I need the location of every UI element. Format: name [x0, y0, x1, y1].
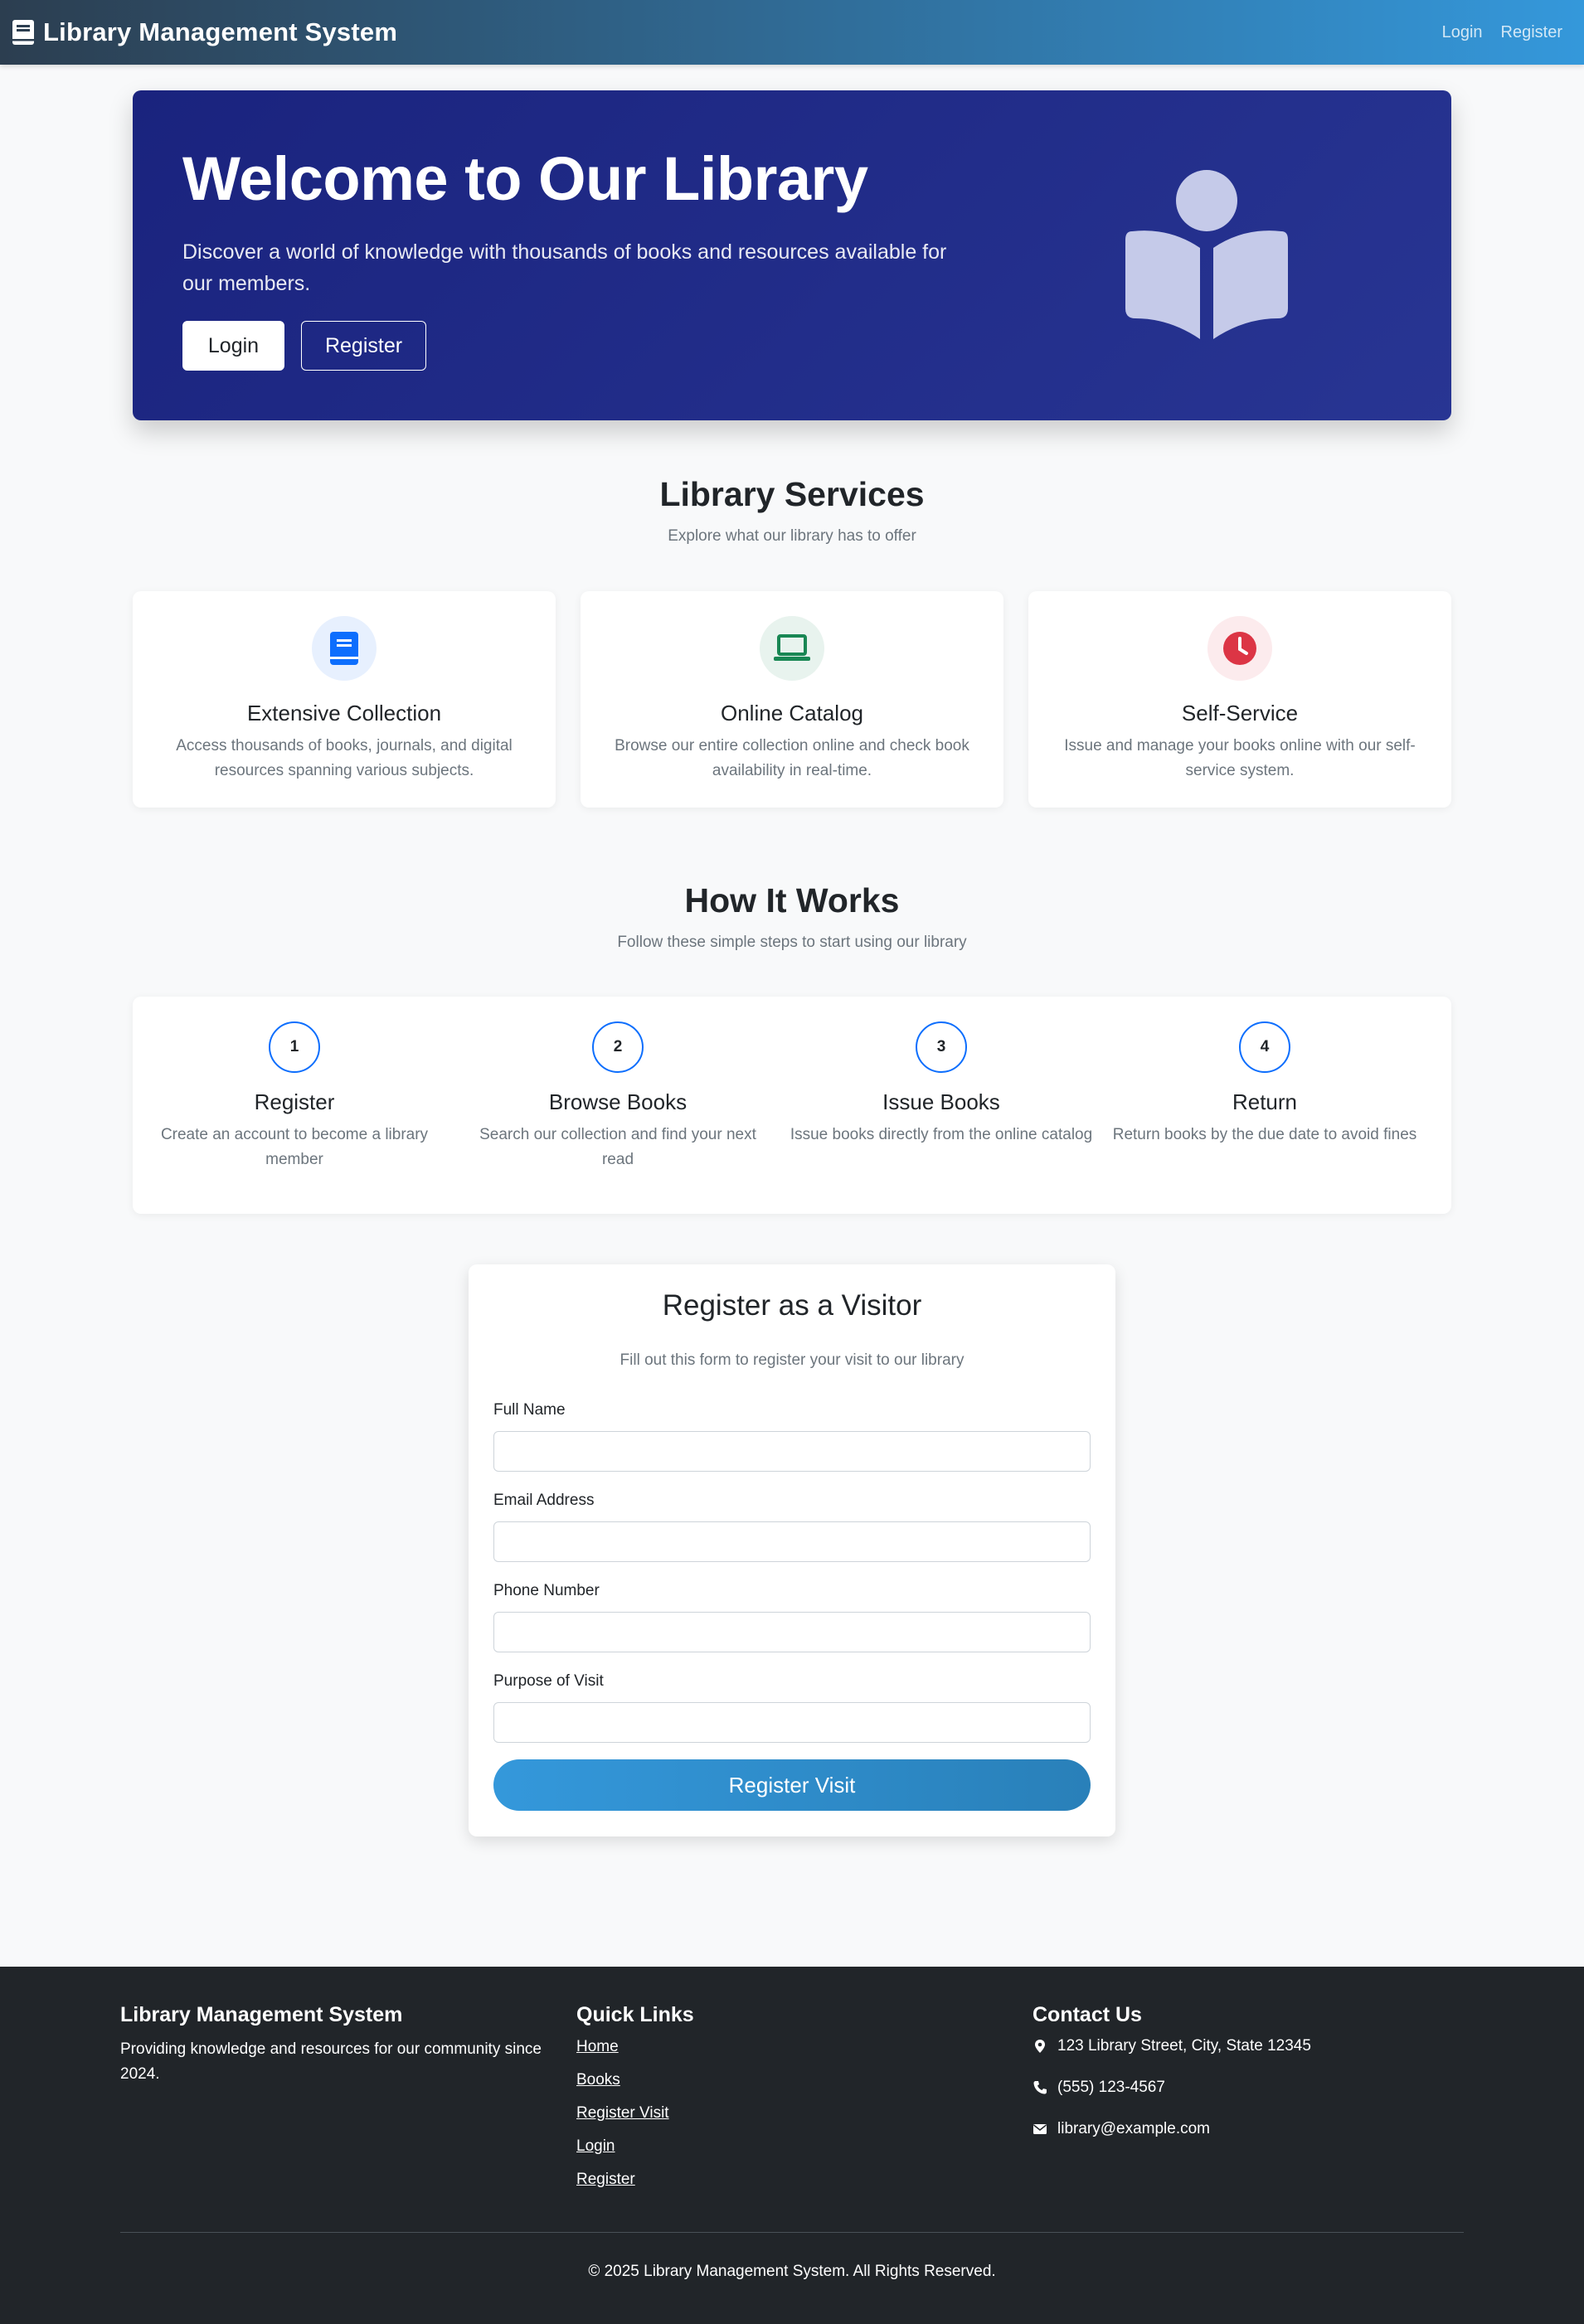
service-desc: Issue and manage your books online with …	[1064, 737, 1416, 779]
footer-about-text: Providing knowledge and resources for ou…	[120, 2040, 542, 2083]
contact-email: library@example.com	[1033, 2120, 1210, 2138]
how-subtitle: Follow these simple steps to start using…	[617, 934, 967, 951]
service-icon-wrap	[1207, 616, 1272, 681]
services-title: Library Services	[659, 475, 925, 513]
step-number: 1	[269, 1021, 320, 1073]
contact-phone-text: (555) 123-4567	[1057, 2079, 1165, 2096]
step-title: Return	[1232, 1089, 1298, 1114]
nav-login-link[interactable]: Login	[1442, 23, 1483, 42]
form-subtitle: Fill out this form to register your visi…	[620, 1351, 964, 1369]
service-card-collection: Extensive Collection Access thousands of…	[133, 591, 556, 808]
contact-address: 123 Library Street, City, State 12345	[1033, 2037, 1311, 2055]
form-title: Register as a Visitor	[662, 1289, 922, 1322]
email-input[interactable]	[493, 1521, 1091, 1562]
nav-register-link[interactable]: Register	[1501, 23, 1562, 42]
map-marker-icon	[1035, 2040, 1045, 2053]
footer-link-register[interactable]: Register	[576, 2171, 635, 2189]
step-desc: Search our collection and find your next…	[479, 1126, 756, 1168]
email-label: Email Address	[493, 1492, 595, 1509]
navbar-brand[interactable]: Library Management System	[12, 17, 397, 47]
contact-email-text: library@example.com	[1057, 2120, 1211, 2137]
book-icon	[12, 20, 34, 45]
footer-contact-title: Contact Us	[1033, 2003, 1142, 2026]
service-card-self-service: Self-Service Issue and manage your books…	[1028, 591, 1451, 808]
laptop-icon	[774, 634, 810, 661]
contact-phone: (555) 123-4567	[1033, 2079, 1165, 2097]
hero-title: Welcome to Our Library	[182, 144, 868, 213]
step-title: Issue Books	[882, 1089, 1000, 1114]
book-icon	[330, 632, 358, 665]
step-number: 2	[592, 1021, 644, 1073]
footer-links-title: Quick Links	[576, 2003, 694, 2026]
clock-icon	[1223, 632, 1256, 665]
footer-link-books[interactable]: Books	[576, 2071, 620, 2089]
purpose-label: Purpose of Visit	[493, 1672, 604, 1690]
phone-label: Phone Number	[493, 1582, 600, 1599]
footer-copyright: © 2025 Library Management System. All Ri…	[588, 2263, 996, 2280]
hero-login-button[interactable]: Login	[182, 321, 284, 371]
service-desc: Access thousands of books, journals, and…	[176, 737, 513, 779]
step-number: 4	[1239, 1021, 1290, 1073]
service-desc: Browse our entire collection online and …	[615, 737, 969, 779]
phone-icon	[1033, 2081, 1047, 2094]
hero-subtitle: Discover a world of knowledge with thous…	[182, 240, 947, 295]
footer-link-register-visit[interactable]: Register Visit	[576, 2104, 669, 2123]
step-desc: Return books by the due date to avoid fi…	[1112, 1126, 1417, 1143]
nav-links: Login Register	[1442, 23, 1562, 42]
service-icon-wrap	[760, 616, 824, 681]
phone-input[interactable]	[493, 1612, 1091, 1652]
services-subtitle: Explore what our library has to offer	[668, 527, 916, 545]
how-title: How It Works	[684, 881, 900, 919]
footer-link-home[interactable]: Home	[576, 2038, 619, 2056]
step-number: 3	[916, 1021, 967, 1073]
footer-link-login[interactable]: Login	[576, 2137, 615, 2156]
purpose-input[interactable]	[493, 1702, 1091, 1743]
steps-card: 1 Register Create an account to become a…	[133, 997, 1451, 1214]
envelope-icon	[1033, 2124, 1047, 2134]
service-title: Extensive Collection	[246, 701, 442, 725]
step-title: Browse Books	[548, 1089, 688, 1114]
contact-address-text: 123 Library Street, City, State 12345	[1057, 2037, 1311, 2055]
service-icon-wrap	[312, 616, 377, 681]
visitor-form-card: Register as a Visitor Fill out this form…	[469, 1264, 1115, 1836]
footer-divider	[120, 2232, 1464, 2233]
footer-about-title: Library Management System	[120, 2003, 403, 2026]
step-desc: Create an account to become a library me…	[160, 1126, 429, 1168]
register-visit-button[interactable]: Register Visit	[493, 1759, 1091, 1811]
full-name-label: Full Name	[493, 1401, 566, 1419]
service-card-catalog: Online Catalog Browse our entire collect…	[581, 591, 1003, 808]
hero-banner: Welcome to Our Library Discover a world …	[133, 90, 1451, 420]
full-name-input[interactable]	[493, 1431, 1091, 1472]
navbar: Library Management System Login Register	[0, 0, 1584, 65]
service-title: Self-Service	[1181, 701, 1299, 725]
service-title: Online Catalog	[721, 701, 863, 725]
hero-register-button[interactable]: Register	[301, 321, 426, 371]
step-desc: Issue books directly from the online cat…	[790, 1126, 1093, 1143]
brand-title: Library Management System	[43, 17, 398, 46]
step-title: Register	[254, 1089, 335, 1114]
book-reader-icon	[1125, 170, 1288, 339]
